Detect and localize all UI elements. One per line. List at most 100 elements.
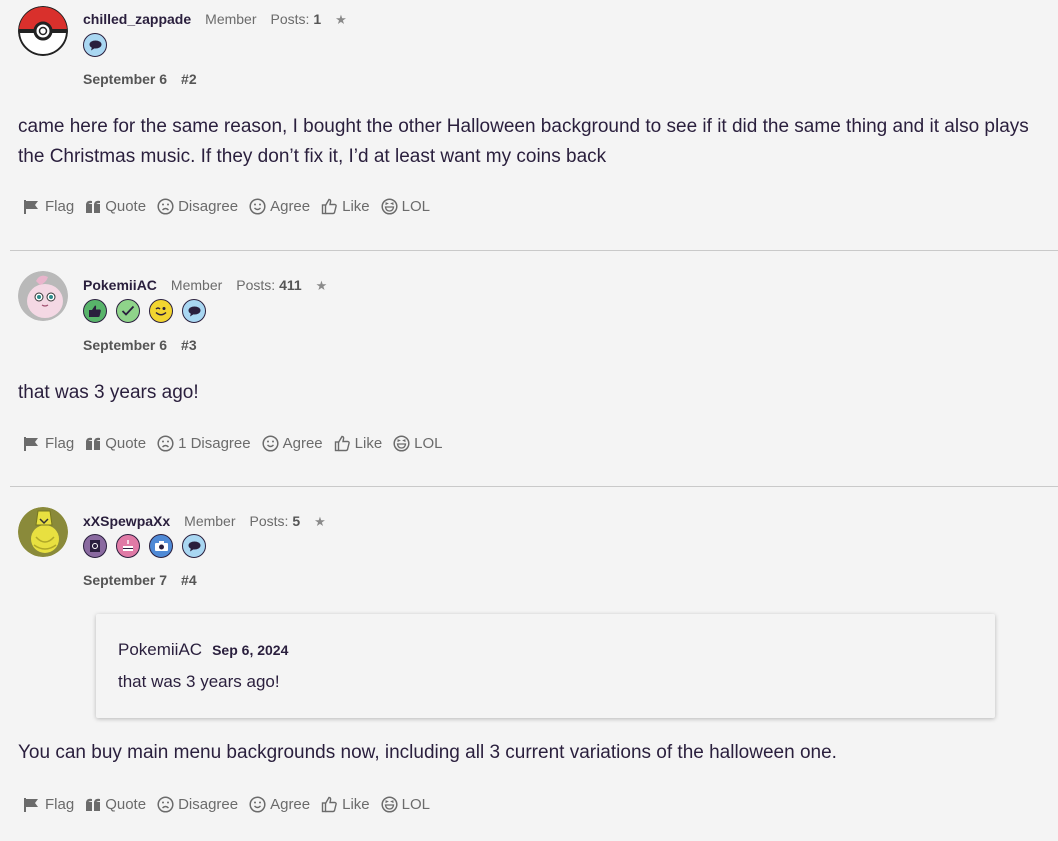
quote-date[interactable]: Sep 6, 2024 bbox=[212, 642, 288, 658]
quote-button[interactable]: Quote bbox=[85, 796, 146, 813]
user-role: Member bbox=[205, 11, 257, 27]
lol-label: LOL bbox=[401, 796, 431, 813]
username[interactable]: xXSpewpaXx bbox=[83, 513, 170, 529]
sad-face-icon bbox=[157, 435, 174, 452]
quote-label: Quote bbox=[105, 796, 147, 813]
badges bbox=[83, 299, 206, 323]
agree-button[interactable]: Agree bbox=[249, 198, 310, 215]
flag-label: Flag bbox=[45, 435, 75, 452]
quote-button[interactable]: Quote bbox=[85, 435, 146, 452]
thumbs-up-icon bbox=[321, 198, 337, 215]
post-4: xXSpewpaXx Member Posts: 5 ★ September 7… bbox=[10, 487, 1058, 841]
post-actions: Flag Quote Disagree Agree Like LOL bbox=[23, 198, 430, 215]
wink-icon bbox=[149, 299, 173, 323]
book-icon bbox=[83, 534, 107, 558]
post-meta: September 6 #2 bbox=[83, 71, 197, 87]
username[interactable]: chilled_zappade bbox=[83, 11, 191, 27]
posts-count-label: Posts: bbox=[249, 513, 289, 529]
posts-count: Posts: 5 bbox=[250, 513, 301, 529]
sad-face-icon bbox=[157, 796, 174, 813]
avatar[interactable] bbox=[18, 507, 68, 557]
lol-label: LOL bbox=[401, 198, 431, 215]
posts-count-label: Posts: bbox=[270, 11, 310, 27]
avatar[interactable] bbox=[18, 6, 68, 56]
checkmark-icon bbox=[116, 299, 140, 323]
post-number[interactable]: #2 bbox=[181, 71, 197, 87]
star-icon: ★ bbox=[335, 12, 347, 27]
post-date[interactable]: September 6 bbox=[83, 337, 167, 353]
post-body: came here for the same reason, I bought … bbox=[18, 116, 1029, 167]
smile-face-icon bbox=[249, 796, 266, 813]
flag-icon bbox=[24, 199, 38, 214]
thumbs-up-icon bbox=[83, 299, 107, 323]
user-role: Member bbox=[184, 513, 236, 529]
posts-count-value: 411 bbox=[279, 277, 302, 293]
flag-button[interactable]: Flag bbox=[23, 796, 74, 813]
sad-face-icon bbox=[157, 198, 174, 215]
user-role: Member bbox=[170, 277, 223, 293]
flag-button[interactable]: Flag bbox=[23, 435, 74, 452]
like-button[interactable]: Like bbox=[321, 198, 370, 215]
disagree-label: 1 Disagree bbox=[178, 435, 251, 452]
badges bbox=[83, 534, 206, 558]
quote-icon bbox=[86, 798, 101, 811]
flag-label: Flag bbox=[45, 198, 75, 215]
agree-label: Agree bbox=[270, 796, 311, 813]
post-actions: Flag Quote 1 Disagree Agree Like LOL bbox=[23, 435, 443, 452]
disagree-label: Disagree bbox=[178, 796, 239, 813]
agree-label: Agree bbox=[270, 198, 311, 215]
smile-face-icon bbox=[262, 435, 279, 452]
quote-button[interactable]: Quote bbox=[85, 198, 146, 215]
posts-count-value: 5 bbox=[292, 513, 301, 529]
post-body: You can buy main menu backgrounds now, i… bbox=[18, 742, 837, 763]
disagree-button[interactable]: Disagree bbox=[157, 198, 238, 215]
pokeball-avatar-icon bbox=[18, 6, 68, 56]
badges bbox=[83, 33, 107, 57]
post-number[interactable]: #3 bbox=[181, 337, 197, 353]
speech-bubble-icon bbox=[182, 299, 206, 323]
like-label: Like bbox=[342, 198, 370, 215]
camera-icon bbox=[149, 534, 173, 558]
agree-button[interactable]: Agree bbox=[249, 796, 310, 813]
quote-block: PokemiiAC Sep 6, 2024 that was 3 years a… bbox=[96, 614, 995, 718]
posts-count: Posts: 411 bbox=[236, 277, 301, 293]
like-label: Like bbox=[342, 796, 370, 813]
like-label: Like bbox=[354, 435, 383, 452]
disagree-button[interactable]: Disagree bbox=[157, 796, 238, 813]
post-date[interactable]: September 6 bbox=[83, 71, 167, 87]
quote-header: PokemiiAC Sep 6, 2024 bbox=[118, 640, 288, 660]
flag-icon bbox=[24, 797, 38, 812]
thumbs-up-icon bbox=[334, 435, 350, 452]
lol-button[interactable]: LOL bbox=[381, 796, 430, 813]
like-button[interactable]: Like bbox=[334, 435, 383, 452]
agree-button[interactable]: Agree bbox=[262, 435, 323, 452]
flag-button[interactable]: Flag bbox=[23, 198, 74, 215]
laughing-face-icon bbox=[381, 198, 398, 215]
flag-label: Flag bbox=[45, 796, 75, 813]
speech-bubble-icon bbox=[182, 534, 206, 558]
like-button[interactable]: Like bbox=[321, 796, 370, 813]
speech-bubble-icon bbox=[83, 33, 107, 57]
posts-count-label: Posts: bbox=[236, 277, 276, 293]
post-meta: September 6 #3 bbox=[83, 337, 197, 353]
yellow-bug-avatar-icon bbox=[18, 507, 68, 557]
post-date[interactable]: September 7 bbox=[83, 572, 167, 588]
cake-icon bbox=[116, 534, 140, 558]
disagree-button[interactable]: 1 Disagree bbox=[157, 435, 251, 452]
avatar[interactable] bbox=[18, 271, 68, 321]
smile-face-icon bbox=[249, 198, 266, 215]
post-meta: September 7 #4 bbox=[83, 572, 197, 588]
laughing-face-icon bbox=[393, 435, 410, 452]
username[interactable]: PokemiiAC bbox=[83, 277, 157, 293]
posts-count: Posts: 1 bbox=[271, 11, 322, 27]
agree-label: Agree bbox=[282, 435, 323, 452]
quote-author[interactable]: PokemiiAC bbox=[118, 640, 202, 660]
flag-icon bbox=[24, 436, 38, 451]
lol-button[interactable]: LOL bbox=[381, 198, 430, 215]
post-body: that was 3 years ago! bbox=[18, 382, 199, 403]
quote-text: that was 3 years ago! bbox=[118, 672, 280, 691]
quote-label: Quote bbox=[105, 198, 147, 215]
post-number[interactable]: #4 bbox=[181, 572, 197, 588]
laughing-face-icon bbox=[381, 796, 398, 813]
lol-button[interactable]: LOL bbox=[393, 435, 443, 452]
